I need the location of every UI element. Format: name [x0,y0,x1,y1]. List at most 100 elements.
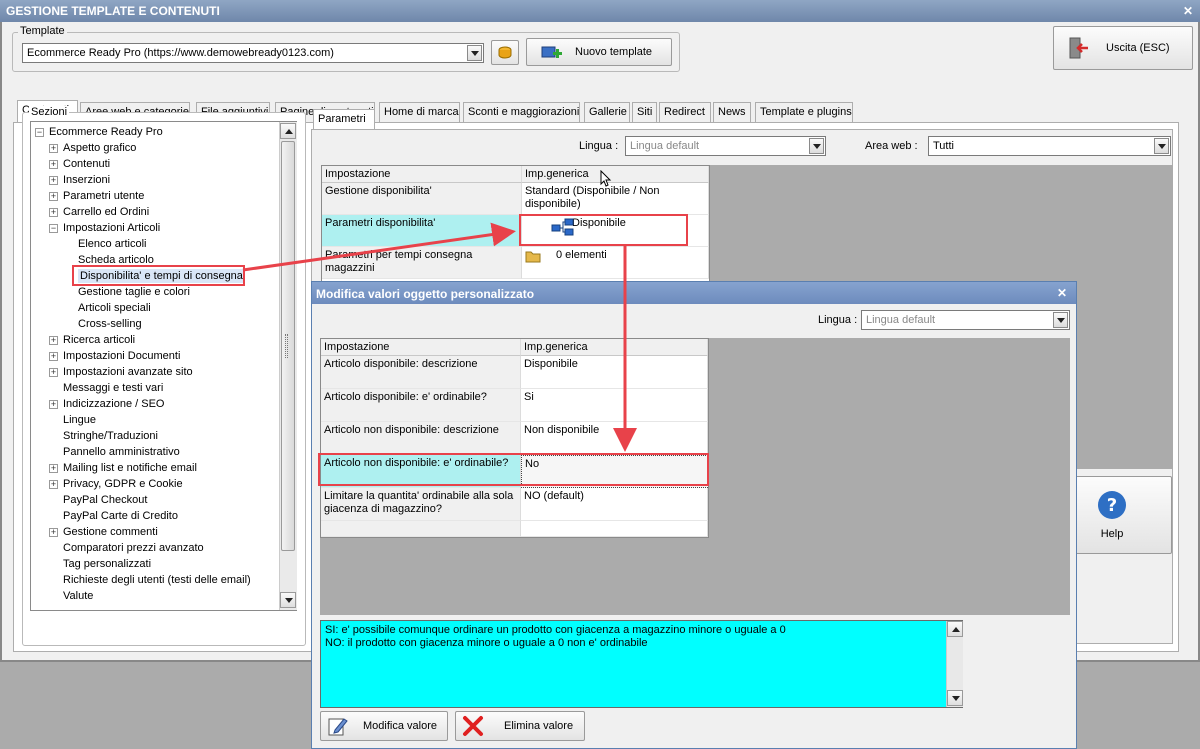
tree-item[interactable]: Ricerca articoli [63,333,135,347]
tree-expander-icon[interactable]: + [49,528,58,537]
tree-scroll-down-icon[interactable] [280,592,296,608]
new-template-button[interactable]: Nuovo template [526,38,672,66]
tree-expander-icon[interactable]: + [49,368,58,377]
table-row[interactable]: Gestione disponibilita' [322,183,522,215]
tree-expander-icon[interactable]: + [49,464,58,473]
tree-item[interactable]: Carrello ed Ordini [63,205,149,219]
tree-expander-icon[interactable]: + [49,208,58,217]
tree-item[interactable]: Gestione commenti [63,525,158,539]
table-row[interactable]: Limitare la quantita' ordinabile alla so… [321,488,521,521]
table-row[interactable]: Articolo disponibile: e' ordinabile? [321,389,521,422]
tab-redirect[interactable]: Redirect [659,102,711,122]
table-row[interactable]: Parametri per tempi consegna magazzini [322,247,522,279]
table-row[interactable]: Articolo disponibile: descrizione [321,356,521,389]
lingua-select-value: Lingua default [630,140,700,152]
template-db-button[interactable] [491,40,519,65]
template-dropdown-icon[interactable] [467,45,482,61]
tree-expander-icon[interactable]: + [49,480,58,489]
tree-item[interactable]: Indicizzazione / SEO [63,397,165,411]
exit-button[interactable]: Uscita (ESC) [1053,26,1193,70]
dialog-value-1[interactable]: Si [521,389,708,422]
dialog-titlebar: Modifica valori oggetto personalizzato [312,282,1076,304]
area-web-dropdown-icon[interactable] [1154,138,1169,154]
tab-home-marca[interactable]: Home di marca [379,102,460,122]
tree-item[interactable]: Messaggi e testi vari [63,381,163,395]
edit-dialog: Modifica valori oggetto personalizzato ✕… [311,281,1077,749]
param-value-tempi[interactable]: 0 elementi [522,247,709,279]
dialog-close-icon[interactable]: ✕ [1057,286,1067,300]
tree-expander-icon[interactable]: + [49,400,58,409]
tab-gallerie[interactable]: Gallerie [584,102,630,122]
tree-expander-icon[interactable]: + [49,336,58,345]
tab-news[interactable]: News [713,102,751,122]
tree-item[interactable]: Impostazioni Documenti [63,349,180,363]
tree-item[interactable]: Elenco articoli [78,237,146,251]
help-text-box: SI: e' possibile comunque ordinare un pr… [320,620,963,708]
tree-item[interactable]: Parametri utente [63,189,144,203]
tree-expander-icon[interactable]: − [35,128,44,137]
tree-item[interactable]: Mailing list e notifiche email [63,461,197,475]
tree-item[interactable]: Valute [63,589,93,603]
tree-item[interactable]: Cross-selling [78,317,142,331]
dialog-value-2[interactable]: Non disponibile [521,422,708,455]
tree-item[interactable]: Gestione taglie e colori [78,285,190,299]
area-web-select[interactable]: Tutti [928,136,1171,156]
tree-item[interactable]: Aspetto grafico [63,141,136,155]
tree-expander-icon[interactable]: + [49,192,58,201]
tree-item[interactable]: Tag personalizzati [63,557,151,571]
tree-item[interactable]: Inserzioni [63,173,110,187]
tree-item[interactable]: Privacy, GDPR e Cookie [63,477,183,491]
tree-item[interactable]: PayPal Carte di Credito [63,509,178,523]
new-template-icon [541,46,562,58]
tree-item[interactable]: Stringhe/Traduzioni [63,429,158,443]
help-label: Help [1100,528,1124,540]
dialog-lingua-dropdown-icon[interactable] [1053,312,1068,328]
tab-siti[interactable]: Siti [632,102,657,122]
tree-expander-icon[interactable]: − [49,224,58,233]
tab-sconti[interactable]: Sconti e maggiorazioni [463,102,580,122]
highlight-disponibilita [519,214,688,246]
dialog-lingua-label: Lingua : [818,314,858,326]
dialog-lingua-select[interactable]: Lingua default [861,310,1070,330]
tree-scroll-up-icon[interactable] [280,123,296,139]
tree-item[interactable]: Richieste degli utenti (testi delle emai… [63,573,251,587]
template-select[interactable]: Ecommerce Ready Pro (https://www.demoweb… [22,43,484,63]
tree-item[interactable]: Impostazioni Articoli [63,221,160,235]
help-scrollbar[interactable] [946,621,963,707]
tree-item[interactable]: Articoli speciali [78,301,151,315]
help-text-line-1: SI: e' possibile comunque ordinare un pr… [325,624,786,636]
tree-item[interactable]: Lingue [63,413,96,427]
splitter-grip[interactable] [285,334,288,358]
tree-expander-icon[interactable]: + [49,160,58,169]
tree-item[interactable]: Impostazioni avanzate sito [63,365,193,379]
lingua-dropdown-icon[interactable] [809,138,824,154]
tree-item[interactable]: Contenuti [63,157,110,171]
dialog-grid[interactable]: Impostazione Imp.generica Articolo dispo… [320,338,709,538]
tree-item[interactable]: Ecommerce Ready Pro [49,125,163,139]
dialog-col-impostazione: Impostazione [321,339,521,356]
lingua-select[interactable]: Lingua default [625,136,826,156]
tree-expander-icon[interactable]: + [49,144,58,153]
sections-tree[interactable]: − Ecommerce Ready Pro + Aspetto grafico + Con… [30,121,297,611]
tab-parametri[interactable]: Parametri [313,109,375,130]
param-value-gestione[interactable]: Standard (Disponibile / Non disponibile) [522,183,709,215]
help-scroll-down-icon[interactable] [947,690,963,706]
tree-item[interactable]: Comparatori prezzi avanzato [63,541,204,555]
tree-scrollbar[interactable] [279,122,297,610]
edit-value-button[interactable]: Modifica valore [320,711,448,741]
window-close-icon[interactable]: ✕ [1183,4,1193,18]
tab-template-plugins[interactable]: Template e plugins [755,102,853,122]
delete-value-button[interactable]: Elimina valore [455,711,585,741]
tree-scroll-thumb[interactable] [281,141,295,551]
tree-expander-icon[interactable]: + [49,352,58,361]
table-row[interactable]: Parametri disponibilita' [322,215,522,247]
tree-expander-icon[interactable]: + [49,176,58,185]
dialog-value-0[interactable]: Disponibile [521,356,708,389]
param-value-tempi-text: 0 elementi [556,249,607,261]
help-scroll-up-icon[interactable] [947,621,963,637]
dialog-value-4[interactable]: NO (default) [521,488,708,521]
tree-item[interactable]: PayPal Checkout [63,493,147,507]
table-row[interactable]: Articolo non disponibile: descrizione [321,422,521,455]
mouse-cursor-icon [600,170,612,187]
tree-item[interactable]: Pannello amministrativo [63,445,180,459]
